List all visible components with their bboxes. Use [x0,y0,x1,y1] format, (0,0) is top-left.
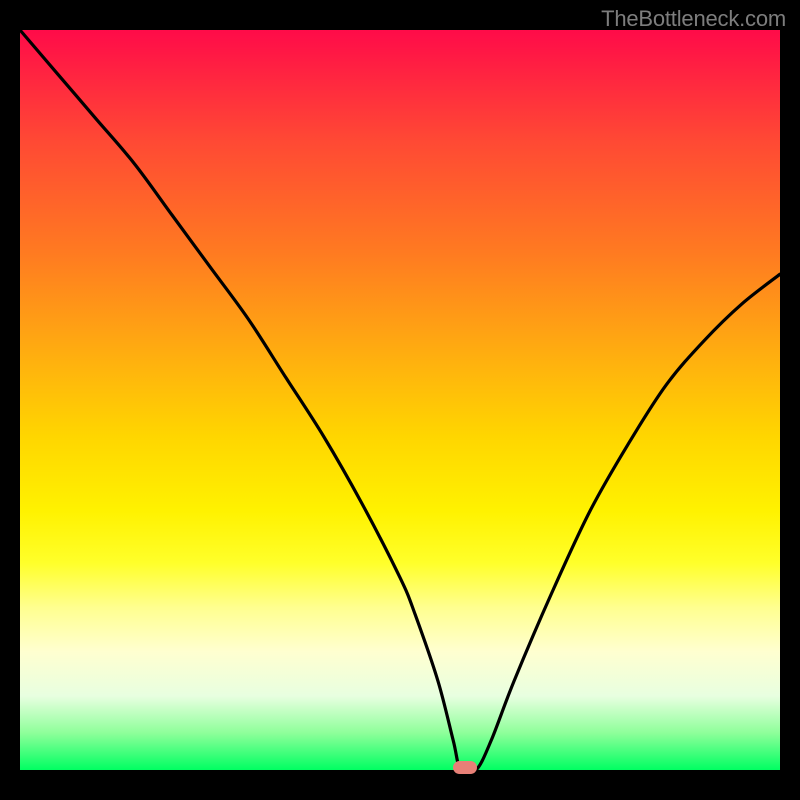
watermark-text: TheBottleneck.com [601,6,786,32]
curve-path [20,30,780,774]
chart-frame: TheBottleneck.com [0,0,800,800]
optimum-marker [453,761,477,774]
plot-area [20,30,780,770]
bottleneck-curve [20,30,780,770]
